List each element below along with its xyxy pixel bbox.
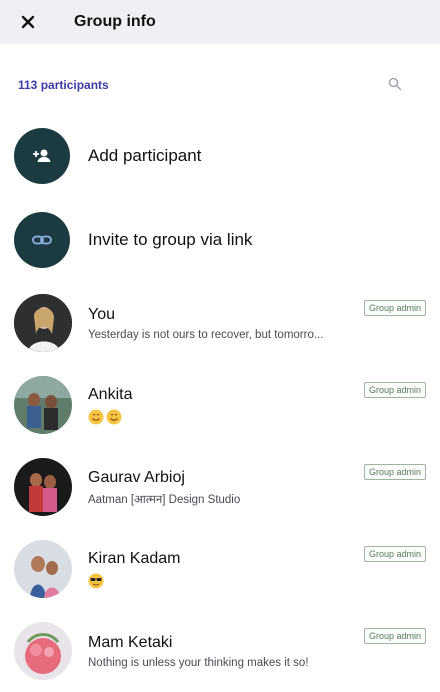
search-icon[interactable] <box>388 77 404 93</box>
add-person-icon <box>14 128 70 184</box>
page-title: Group info <box>74 13 156 30</box>
smile-emoji-icon <box>88 409 104 425</box>
member-status-emoji <box>88 573 424 589</box>
close-icon[interactable] <box>16 10 40 34</box>
avatar <box>14 622 72 680</box>
avatar <box>14 376 72 434</box>
member-row-ketaki[interactable]: Mam Ketaki Nothing is unless your thinki… <box>0 610 440 692</box>
group-info-header: Group info <box>0 0 440 44</box>
group-admin-badge: Group admin <box>363 300 426 316</box>
sunglasses-emoji-icon <box>88 573 104 589</box>
avatar <box>14 540 72 598</box>
group-admin-badge: Group admin <box>363 382 426 398</box>
member-row-kiran[interactable]: Kiran Kadam Group admin <box>0 528 440 610</box>
member-row-ankita[interactable]: Ankita Group admin <box>0 364 440 446</box>
invite-link-label: Invite to group via link <box>88 230 253 249</box>
group-admin-badge: Group admin <box>363 628 426 644</box>
member-status: Nothing is unless your thinking makes it… <box>88 657 309 669</box>
member-status: Aatman [आत्मन] Design Studio <box>88 493 241 506</box>
smile-emoji-icon <box>106 409 122 425</box>
add-participant-button[interactable]: Add participant <box>0 114 440 198</box>
member-status: Yesterday is not ours to recover, but to… <box>88 329 324 341</box>
member-row-gaurav[interactable]: Gaurav Arbioj Aatman [आत्मन] Design Stud… <box>0 446 440 528</box>
group-admin-badge: Group admin <box>363 464 426 480</box>
member-status-emoji <box>88 409 424 425</box>
member-row-you[interactable]: You Yesterday is not ours to recover, bu… <box>0 282 440 364</box>
add-participant-label: Add participant <box>88 146 202 165</box>
participants-count-row: 113 participants <box>0 44 440 114</box>
participants-count: 113 participants <box>18 78 109 92</box>
avatar <box>14 458 72 516</box>
link-icon <box>14 212 70 268</box>
invite-link-button[interactable]: Invite to group via link <box>0 198 440 282</box>
group-admin-badge: Group admin <box>363 546 426 562</box>
avatar <box>14 294 72 352</box>
